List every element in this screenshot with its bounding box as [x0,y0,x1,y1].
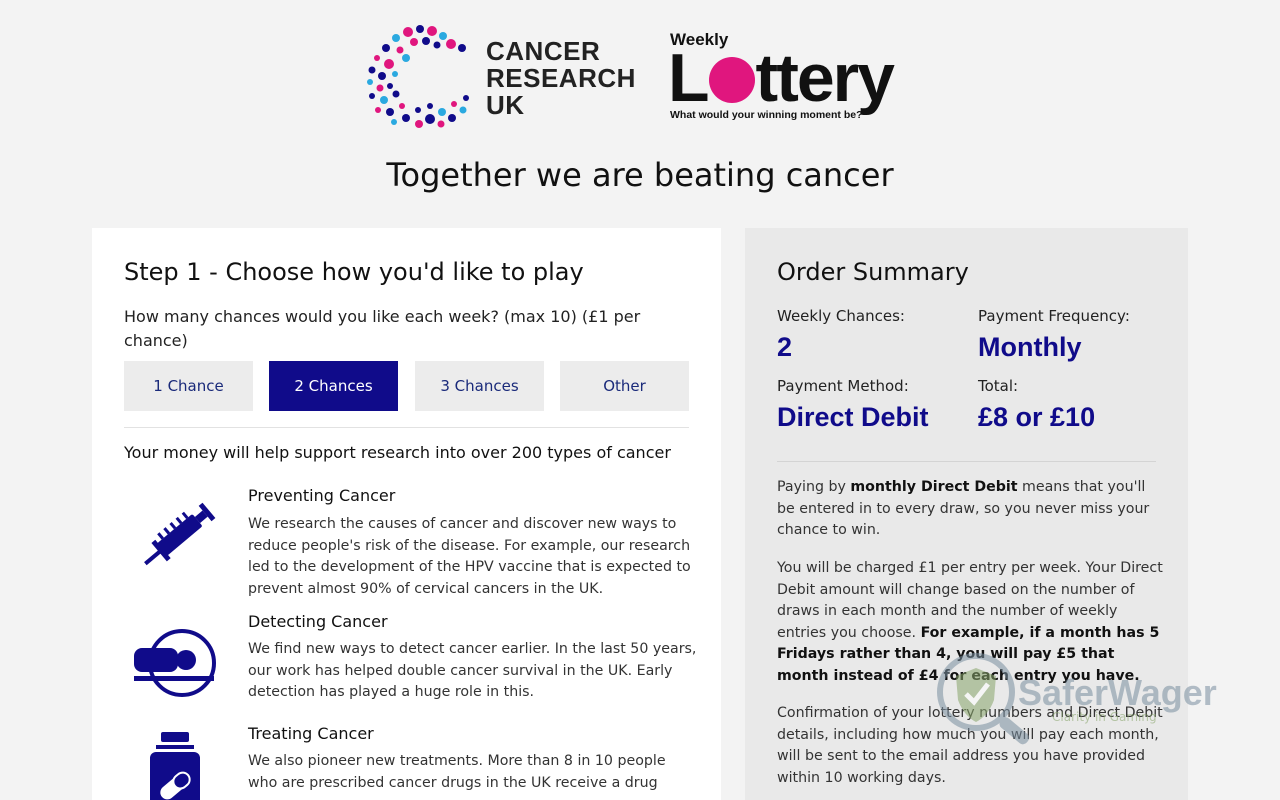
cruk-dots-icon [367,25,469,128]
lottery-wordmark: Lttery [668,40,895,116]
watermark-title: SaferWager [1018,672,1217,713]
option-3-chances-button[interactable]: 3 Chances [415,361,544,411]
total-label: Total: [978,377,1019,395]
treating-cancer-title: Treating Cancer [248,724,374,743]
preventing-cancer-title: Preventing Cancer [248,486,396,505]
syringe-icon [128,490,224,586]
page-headline: Together we are beating cancer [386,156,894,194]
weekly-chances-value: 2 [777,332,793,362]
detecting-cancer-text: We find new ways to detect cancer earlie… [248,641,697,700]
divider [124,427,689,428]
lottery-pink-dot-icon [708,57,755,103]
scanner-icon [128,620,224,716]
treating-cancer-text: We also pioneer new treatments. More tha… [248,753,666,791]
payment-frequency-value: Monthly [978,332,1082,362]
option-2-chances-button[interactable]: 2 Chances [269,361,398,411]
option-other-button[interactable]: Other [560,361,689,411]
step-title: Step 1 - Choose how you'd like to play [124,258,584,286]
detecting-cancer-title: Detecting Cancer [248,612,388,631]
cruk-line-1: CANCER [486,36,601,66]
cancer-research-uk-logo[interactable]: CANCER RESEARCH UK [362,24,642,134]
option-1-chance-button[interactable]: 1 Chance [124,361,253,411]
weekly-lottery-logo[interactable]: Weekly Lttery What would your winning mo… [668,30,928,125]
info-text: Paying by [777,479,851,495]
step-1-card: Step 1 - Choose how you'd like to play H… [92,228,721,800]
cruk-line-3: UK [486,90,525,120]
lottery-tagline: What would your winning moment be? [670,109,863,121]
cruk-wordmark: CANCER RESEARCH UK [486,38,636,119]
divider [777,461,1156,462]
saferwager-watermark: SaferWager Clarity in Gaming [930,650,1240,760]
lottery-letters: ttery [755,40,895,116]
total-value: £8 or £10 [978,402,1096,432]
preventing-cancer-text: We research the causes of cancer and dis… [248,516,691,597]
payment-method-label: Payment Method: [777,377,909,395]
direct-debit-info: Paying by monthly Direct Debit means tha… [777,477,1163,542]
order-summary-title: Order Summary [777,258,969,286]
payment-method-value: Direct Debit [777,402,929,432]
payment-frequency-label: Payment Frequency: [978,307,1130,325]
header: CANCER RESEARCH UK Weekly Lttery What wo… [0,0,1280,220]
info-text-bold: monthly Direct Debit [850,479,1018,495]
lottery-letter-l: L [668,40,710,116]
cruk-line-2: RESEARCH [486,63,636,93]
support-text: Your money will help support research in… [124,443,671,462]
medicine-bottle-icon [128,728,224,800]
watermark-subtitle: Clarity in Gaming [1052,710,1157,724]
chances-question: How many chances would you like each wee… [124,307,641,350]
weekly-chances-label: Weekly Chances: [777,307,905,325]
